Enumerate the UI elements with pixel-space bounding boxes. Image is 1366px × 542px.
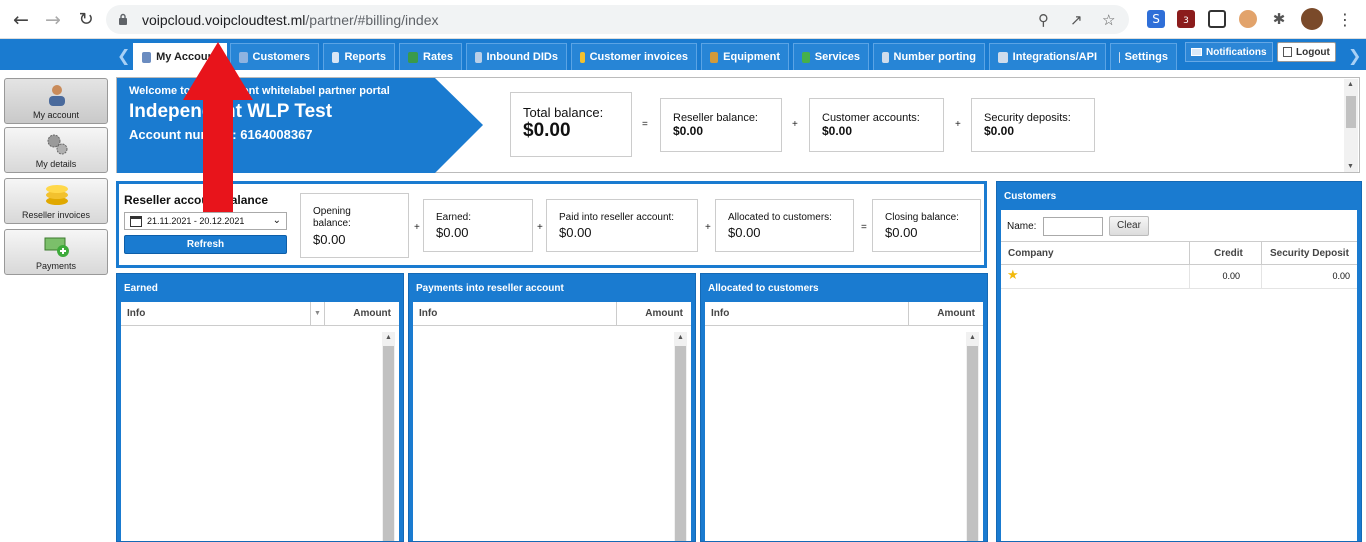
coins-icon (46, 185, 68, 205)
puzzle-icon[interactable]: ✱ (1270, 10, 1288, 28)
tab-rates[interactable]: Rates (399, 43, 462, 70)
calendar-icon (130, 216, 142, 227)
payment-icon (44, 237, 69, 257)
account-header: Welcome to Independent whitelabel partne… (116, 77, 1360, 173)
notifications-button[interactable]: Notifications (1185, 42, 1273, 62)
rates-icon (408, 51, 419, 63)
tab-reports[interactable]: Reports (323, 43, 395, 70)
column-menu-icon[interactable]: ▼ (314, 310, 321, 317)
annotation-arrow (183, 42, 253, 212)
date-range-picker[interactable]: 21.11.2021 - 20.12.2021 ⌄ (124, 212, 287, 230)
total-balance-box: Total balance: $0.00 (510, 92, 632, 157)
lock-icon (119, 13, 127, 25)
menu-icon[interactable]: ⋮ (1333, 8, 1357, 32)
tab-number-porting[interactable]: Number porting (873, 43, 985, 70)
gears-icon (47, 134, 68, 155)
customer-name-input[interactable] (1043, 217, 1103, 236)
mail-icon (1191, 48, 1202, 56)
notifications-label: Notifications (1206, 46, 1267, 58)
grid-header: Info ▼ Amount (121, 302, 399, 326)
customers-grid-header: Company Credit Security Deposit (1001, 241, 1357, 265)
services-icon (802, 51, 810, 63)
customer-accounts-box: Customer accounts: $0.00 (809, 98, 944, 152)
header-scrollbar[interactable]: ▲ ▼ (1344, 79, 1358, 172)
tab-inbound-dids[interactable]: Inbound DIDs (466, 43, 567, 70)
chevron-down-icon: ⌄ (272, 215, 281, 226)
clear-button[interactable]: Clear (1109, 216, 1149, 236)
zoom-icon[interactable]: ⚲ (1038, 11, 1049, 29)
earned-grid: Info ▼ Amount ▲ (121, 302, 399, 541)
report-icon (332, 51, 340, 63)
gear-icon (998, 51, 1008, 63)
logout-label: Logout (1296, 46, 1330, 58)
payments-grid: Info Amount ▲ (413, 302, 691, 541)
nav-next-icon[interactable]: ❯ (1348, 46, 1361, 65)
extension-shield-icon[interactable]: 3 (1177, 10, 1195, 28)
logout-icon (1283, 47, 1292, 57)
share-icon[interactable]: ↗ (1070, 11, 1083, 29)
total-balance-value: $0.00 (523, 120, 571, 141)
box-icon (710, 51, 719, 63)
grid-scrollbar[interactable]: ▲ (674, 332, 687, 541)
welcome-text: Welcome to Independent whitelabel partne… (129, 85, 390, 97)
sidebar-item-my-account[interactable]: My account (4, 78, 108, 124)
grid-scrollbar[interactable]: ▲ (382, 332, 395, 541)
reload-icon[interactable]: ↻ (74, 8, 98, 32)
bookmark-star-icon[interactable]: ☆ (1102, 11, 1115, 29)
coins-icon (580, 51, 585, 63)
grid-scrollbar[interactable]: ▲ (966, 332, 979, 541)
tab-customer-invoices[interactable]: Customer invoices (571, 43, 697, 70)
sidebar-item-my-details[interactable]: My details (4, 127, 108, 173)
refresh-button[interactable]: Refresh (124, 235, 287, 254)
reseller-balance-box: Reseller balance: $0.00 (660, 98, 782, 152)
allocated-box: Allocated to customers: $0.00 (715, 199, 854, 252)
allocated-panel: Allocated to customers Info Amount ▲ (700, 273, 988, 542)
forward-icon[interactable]: → (41, 8, 65, 32)
settings-icon (1119, 51, 1120, 63)
earned-panel: Earned Info ▼ Amount ▲ (116, 273, 404, 542)
tab-settings[interactable]: Settings (1110, 43, 1177, 70)
earned-box: Earned: $0.00 (423, 199, 533, 252)
did-icon (475, 51, 482, 63)
customers-panel: Customers Name: Clear Company Credit Sec… (996, 181, 1362, 542)
closing-balance-box: Closing balance: $0.00 (872, 199, 981, 252)
logout-button[interactable]: Logout (1277, 42, 1336, 62)
payments-panel: Payments into reseller account Info Amou… (408, 273, 696, 542)
grid-header: Info Amount (413, 302, 691, 326)
tab-integrations-api[interactable]: Integrations/API (989, 43, 1106, 70)
user-icon (49, 85, 65, 106)
url-text: voipcloud.voipcloudtest.ml/partner/#bill… (142, 12, 439, 28)
table-row[interactable]: ★ 0.00 0.00 (1001, 265, 1357, 289)
paid-into-box: Paid into reseller account: $0.00 (546, 199, 698, 252)
nav-prev-icon[interactable]: ❮ (117, 46, 130, 65)
address-bar[interactable]: voipcloud.voipcloudtest.ml/partner/#bill… (106, 5, 1129, 34)
qr-icon[interactable] (1208, 10, 1226, 28)
avatar[interactable] (1301, 8, 1323, 30)
grid-header: Info Amount (705, 302, 983, 326)
phone-icon (882, 51, 889, 63)
user-icon (142, 51, 152, 63)
opening-balance-box: Opening balance: $0.00 (300, 193, 409, 258)
tab-services[interactable]: Services (793, 43, 869, 70)
sidebar-item-reseller-invoices[interactable]: Reseller invoices (4, 178, 108, 224)
allocated-grid: Info Amount ▲ (705, 302, 983, 541)
security-deposits-box: Security deposits: $0.00 (971, 98, 1095, 152)
star-icon[interactable]: ★ (1007, 268, 1019, 283)
back-icon[interactable]: ← (9, 8, 33, 32)
tab-equipment[interactable]: Equipment (701, 43, 789, 70)
sidebar-item-payments[interactable]: Payments (4, 229, 108, 275)
browser-toolbar: ← → ↻ voipcloud.voipcloudtest.ml/partner… (0, 0, 1366, 39)
extension-s-icon[interactable]: S (1147, 10, 1165, 28)
extension-face-icon[interactable] (1239, 10, 1257, 28)
